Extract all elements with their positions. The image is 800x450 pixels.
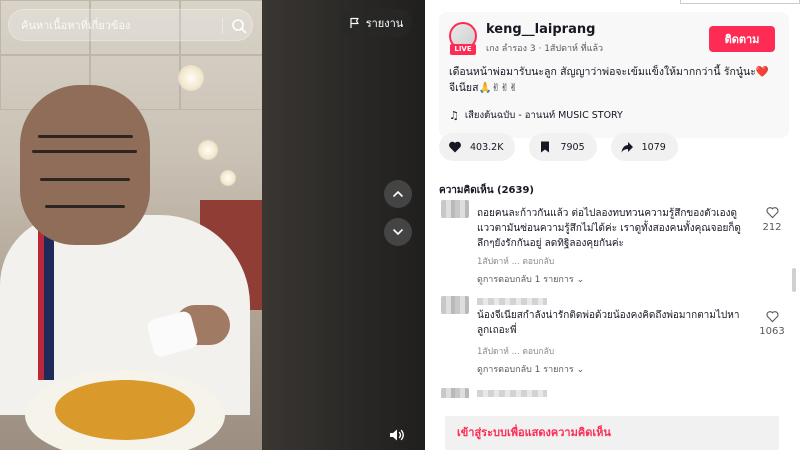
next-video-button[interactable]: [384, 218, 412, 246]
comment-meta[interactable]: 1สัปดาห์ ... ตอบกลับ: [477, 344, 554, 358]
comments-list[interactable]: ถอยคนละก้าวกันแล้ว ต่อไปลองทบทวนความรู้ส…: [439, 198, 791, 398]
heart-outline-icon: [765, 311, 779, 323]
comment-item: [439, 386, 791, 398]
previous-video-button[interactable]: [384, 180, 412, 208]
heart-outline-icon: [765, 207, 779, 219]
comment-item: ถอยคนละก้าวกันแล้ว ต่อไปลองทบทวนความรู้ส…: [439, 198, 791, 294]
like-count: 403.2K: [470, 141, 504, 153]
top-bar-stub: [680, 0, 800, 4]
report-label: รายงาน: [365, 17, 404, 30]
ceiling-lamp: [220, 170, 236, 186]
chevron-up-icon: [393, 191, 403, 197]
live-badge: LIVE: [450, 44, 476, 55]
comments-title: ความคิดเห็น (2639): [439, 185, 534, 196]
view-replies-link[interactable]: ดูการตอบกลับ 1 รายการ ⌄: [477, 362, 584, 376]
search-icon[interactable]: [231, 18, 247, 34]
comment-avatar[interactable]: [441, 296, 469, 314]
shirt-stripe: [44, 230, 54, 380]
chevron-down-icon: ⌄: [576, 365, 585, 375]
chevron-down-icon: ⌄: [576, 275, 585, 285]
tattoo-mark: [38, 135, 133, 138]
chevron-down-icon: [393, 229, 403, 235]
comment-text: ถอยคนละก้าวกันแล้ว ต่อไปลองทบทวนความรู้ส…: [477, 208, 741, 249]
post-time: 1สัปดาห์ ที่แล้ว: [544, 44, 604, 54]
view-replies-label: ดูการตอบกลับ 1 รายการ: [477, 275, 574, 285]
search-divider: [222, 18, 223, 34]
volume-icon: [390, 429, 404, 441]
video-player[interactable]: รายงาน: [0, 0, 425, 450]
comment-like-count: 1063: [759, 326, 785, 337]
person-head: [20, 85, 150, 245]
scrollbar-thumb[interactable]: [792, 268, 796, 292]
comment-like-button[interactable]: 212: [757, 206, 787, 233]
like-button[interactable]: 403.2K: [439, 133, 516, 161]
comment-author-blurred[interactable]: [477, 298, 547, 305]
comment-avatar[interactable]: [441, 200, 469, 218]
video-caption: เดือนหน้าพ่อมารับนะลูก สัญญาว่าพ่อจะเข้ม…: [449, 66, 769, 94]
volume-button[interactable]: [384, 422, 410, 448]
comment-meta[interactable]: 1สัปดาห์ ... ตอบกลับ: [477, 254, 554, 268]
ceiling-lamp: [198, 140, 218, 160]
comment-item: น้องจีเนียสกำลังน่ารักติดพ่อด้วยน้องคงคิ…: [439, 294, 791, 386]
view-replies-link[interactable]: ดูการตอบกลับ 1 รายการ ⌄: [477, 272, 584, 286]
music-row[interactable]: ♫ เสียงต้นฉบับ - อานนท์ MUSIC STORY: [449, 108, 623, 123]
author-display-name: เกง ลำรอง 3: [486, 44, 536, 54]
author-username[interactable]: keng__laiprang: [486, 22, 595, 37]
engagement-stats: 403.2K 7905 1079: [439, 133, 678, 161]
save-button[interactable]: 7905: [529, 133, 597, 161]
login-to-comment-button[interactable]: เข้าสู่ระบบเพื่อแสดงความคิดเห็น: [445, 416, 779, 450]
bookmark-icon: [541, 141, 550, 153]
tattoo-mark: [32, 150, 137, 153]
follow-button[interactable]: ติดตาม: [709, 26, 775, 52]
comment-like-button[interactable]: 1063: [757, 310, 787, 337]
heart-icon: [449, 141, 461, 153]
music-note-icon: ♫: [449, 109, 459, 122]
share-icon: [621, 142, 633, 153]
search-input[interactable]: [9, 10, 214, 40]
comment-author-blurred[interactable]: [477, 390, 547, 397]
comment-like-count: 212: [762, 222, 782, 233]
music-title: เสียงต้นฉบับ - อานนท์ MUSIC STORY: [464, 110, 623, 121]
search-bar[interactable]: [8, 9, 253, 41]
video-frame[interactable]: [0, 0, 262, 450]
share-count: 1079: [641, 141, 666, 153]
report-button[interactable]: รายงาน: [340, 9, 412, 37]
share-button[interactable]: 1079: [610, 133, 678, 161]
comment-avatar[interactable]: [441, 388, 469, 398]
details-panel: LIVE keng__laiprang เกง ลำรอง 3 · 1สัปดา…: [425, 0, 800, 450]
tattoo-mark: [45, 205, 125, 208]
save-count: 7905: [560, 141, 585, 153]
author-card: LIVE keng__laiprang เกง ลำรอง 3 · 1สัปดา…: [439, 12, 789, 138]
comment-text: น้องจีเนียสกำลังน่ารักติดพ่อด้วยน้องคงคิ…: [477, 310, 740, 336]
flag-icon: [350, 17, 359, 28]
food: [55, 380, 195, 440]
author-subline: เกง ลำรอง 3 · 1สัปดาห์ ที่แล้ว: [486, 41, 603, 55]
view-replies-label: ดูการตอบกลับ 1 รายการ: [477, 365, 574, 375]
ceiling-lamp: [178, 65, 204, 91]
tattoo-mark: [40, 178, 130, 181]
